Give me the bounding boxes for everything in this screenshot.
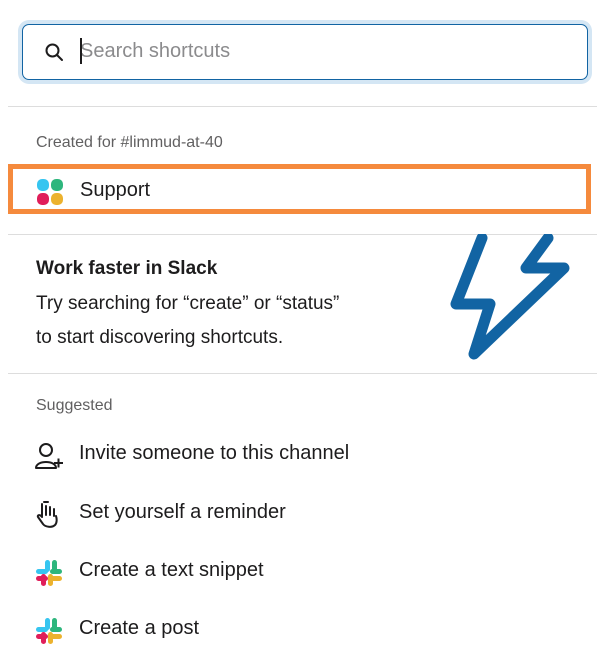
tip-text-line-1: Try searching for “create” or “status” — [36, 293, 340, 314]
add-person-icon — [35, 443, 63, 469]
tip-title: Work faster in Slack — [36, 258, 218, 279]
search-field[interactable] — [22, 24, 588, 80]
text-caret — [80, 38, 82, 64]
shortcut-item-reminder[interactable]: Set yourself a reminder — [8, 490, 597, 536]
slack-logo-icon — [36, 560, 62, 586]
shortcut-item-post[interactable]: Create a post — [8, 606, 597, 652]
slack-logo-icon — [36, 618, 62, 644]
workflow-app-icon — [37, 179, 63, 205]
divider — [8, 373, 597, 374]
shortcut-item-invite[interactable]: Invite someone to this channel — [8, 431, 597, 477]
shortcut-item-label: Set yourself a reminder — [79, 501, 286, 523]
search-input[interactable] — [80, 34, 570, 68]
divider — [8, 106, 597, 107]
shortcut-item-text-snippet[interactable]: Create a text snippet — [8, 548, 597, 594]
tip-text-line-2: to start discovering shortcuts. — [36, 327, 284, 348]
shortcut-item-support[interactable]: Support — [8, 164, 591, 214]
shortcut-item-label: Create a text snippet — [79, 559, 264, 581]
suggested-section-label: Suggested — [36, 397, 113, 414]
search-icon — [45, 43, 63, 61]
reminder-hand-icon — [36, 501, 58, 528]
shortcut-item-label: Support — [80, 179, 151, 201]
shortcut-item-label: Invite someone to this channel — [79, 442, 350, 464]
created-section-label: Created for #limmud-at-40 — [36, 134, 223, 151]
shortcut-item-label: Create a post — [79, 617, 200, 639]
lightning-bolt-icon — [450, 234, 570, 360]
shortcuts-panel: Created for #limmud-at-40 Support Work f… — [8, 0, 597, 659]
